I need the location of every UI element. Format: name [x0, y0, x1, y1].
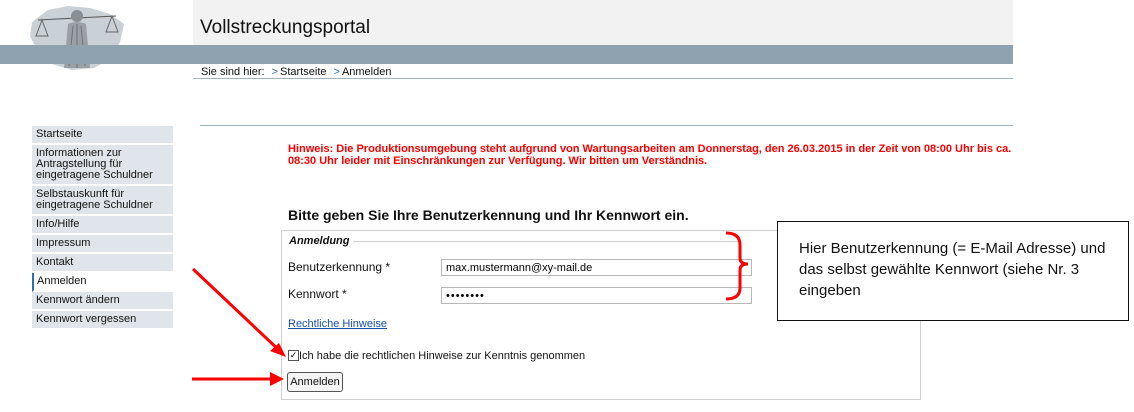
- arrowhead-icon: [270, 372, 284, 386]
- annotation-overlay: [191, 231, 749, 386]
- arrow-icon: [191, 267, 283, 354]
- bracket-icon: [725, 231, 749, 301]
